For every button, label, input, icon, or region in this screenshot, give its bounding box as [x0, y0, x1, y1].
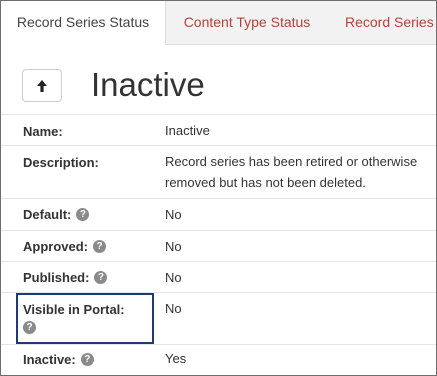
tab-record-series[interactable]: Record Series	[329, 1, 436, 44]
published-label: Published: ?	[23, 270, 108, 285]
status-detail-panel: Record Series Status Content Type Status…	[0, 0, 437, 376]
visible-in-portal-value: No	[165, 301, 182, 316]
approved-label: Approved: ?	[23, 239, 106, 254]
detail-row-default: Default: ? No	[1, 198, 436, 231]
detail-row-inactive: Inactive: ? Yes	[1, 344, 436, 375]
page-title: Inactive	[91, 66, 205, 103]
tab-record-series-status[interactable]: Record Series Status	[1, 1, 166, 45]
description-line-2: removed but has not been deleted.	[165, 175, 366, 190]
detail-row-approved: Approved: ? No	[1, 230, 436, 263]
back-button[interactable]	[22, 69, 62, 102]
detail-row-name: Name: Inactive	[1, 114, 436, 149]
default-value: No	[165, 207, 182, 222]
tab-content-type-status[interactable]: Content Type Status	[166, 1, 328, 44]
help-icon[interactable]: ?	[93, 240, 106, 253]
detail-row-description: Description: Record series has been reti…	[1, 145, 436, 200]
help-icon[interactable]: ?	[76, 208, 90, 221]
inactive-label: Inactive: ?	[23, 352, 94, 367]
published-value: No	[165, 270, 182, 285]
highlight-box	[16, 293, 154, 344]
default-label: Default: ?	[23, 207, 90, 222]
inactive-value: Yes	[165, 351, 187, 366]
detail-row-published: Published: ? No	[1, 261, 436, 294]
name-label: Name:	[23, 124, 63, 139]
description-value: Record series has been retired or otherw…	[165, 151, 417, 193]
description-label: Description:	[23, 155, 99, 170]
help-icon[interactable]: ?	[94, 271, 108, 284]
description-line-1: Record series has been retired or otherw…	[165, 154, 418, 169]
arrow-up-icon	[37, 79, 47, 92]
name-value: Inactive	[165, 123, 210, 138]
approved-value: No	[165, 239, 182, 254]
help-icon[interactable]: ?	[80, 353, 94, 366]
tab-bar: Record Series Status Content Type Status…	[1, 1, 436, 45]
